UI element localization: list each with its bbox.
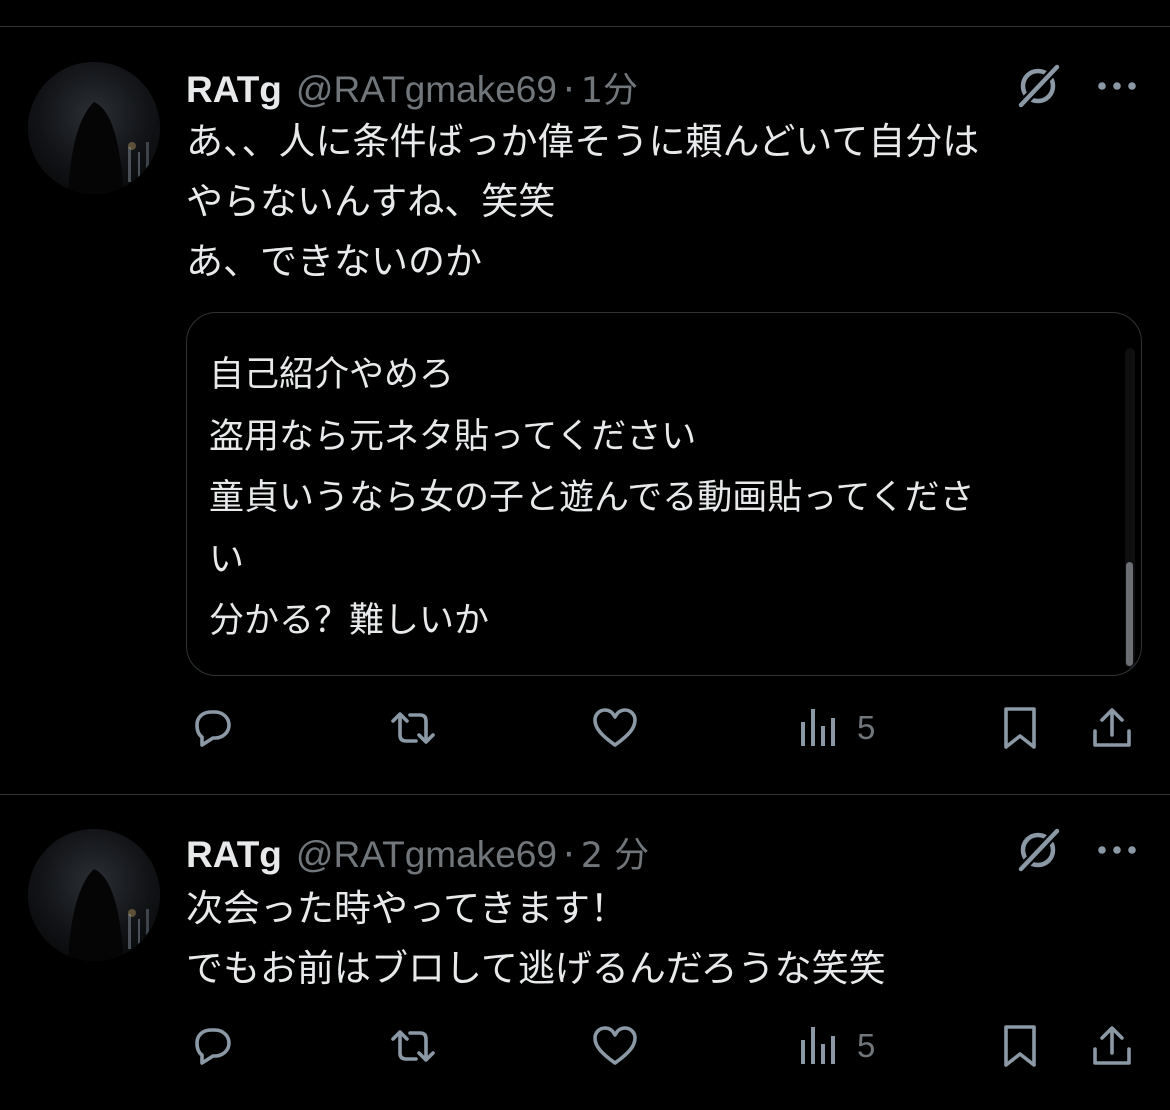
tweet-text-line: あ、できないのか (186, 240, 482, 283)
tweet-header: RATg @RATgmake69 · 2 分 (186, 827, 649, 876)
timestamp[interactable]: 1分 (581, 62, 638, 113)
share-button[interactable] (1088, 1022, 1136, 1070)
reply-icon (195, 710, 231, 747)
views-icon (801, 1027, 835, 1064)
quoted-tweet[interactable]: 自己紹介やめろ 盗用なら元ネタ貼ってください 童貞いうなら女の子と遊んでる動画貼… (186, 312, 1142, 676)
separator-dot: · (562, 833, 575, 876)
bookmark-button[interactable] (996, 704, 1044, 752)
like-button[interactable] (591, 1022, 639, 1070)
heart-icon (593, 708, 637, 747)
tweet-text: あ、、人に条件ばっか偉そうに頼んどいて自分は やらないんすね、笑笑 あ、できない… (186, 112, 979, 292)
scrollbar-thumb[interactable] (1126, 562, 1133, 666)
display-name[interactable]: RATg (186, 69, 282, 111)
views-button[interactable] (795, 1022, 843, 1070)
retweet-icon (391, 1030, 435, 1062)
tweet-text-line: 次会った時やってきます！ (186, 887, 628, 930)
tweet-divider (0, 794, 1170, 795)
views-button[interactable] (795, 704, 843, 752)
quoted-tweet-text: 自己紹介やめろ 盗用なら元ネタ貼ってください 童貞いうなら女の子と遊んでる動画貼… (209, 345, 974, 653)
tweet-text: 次会った時やってきます！ でもお前はブロして逃げるんだろうな笑笑 (186, 879, 886, 999)
reply-icon (195, 1028, 231, 1065)
timestamp[interactable]: 2 分 (581, 827, 649, 878)
reply-button[interactable] (188, 1022, 236, 1070)
views-count: 5 (857, 709, 876, 746)
share-icon (1093, 1026, 1131, 1065)
bookmark-button[interactable] (996, 1022, 1044, 1070)
avatar[interactable] (28, 62, 160, 194)
retweet-button[interactable] (389, 704, 437, 752)
retweet-button[interactable] (389, 1022, 437, 1070)
grok-icon[interactable] (1015, 63, 1061, 109)
tweet-text-line: でもお前はブロして逃げるんだろうな笑笑 (186, 947, 886, 990)
views-count: 5 (857, 1027, 876, 1064)
separator-dot: · (562, 68, 575, 111)
reply-button[interactable] (188, 704, 236, 752)
like-button[interactable] (591, 704, 639, 752)
quote-text-line: 分かる？難しいか (209, 601, 490, 641)
top-divider (0, 26, 1170, 27)
share-icon (1093, 708, 1131, 747)
user-handle[interactable]: @RATgmake69 (296, 69, 557, 111)
quote-text-line: 盗用なら元ネタ貼ってください (209, 416, 697, 457)
grok-icon[interactable] (1015, 827, 1061, 873)
retweet-icon (391, 712, 435, 744)
more-icon[interactable] (1095, 76, 1139, 96)
user-handle[interactable]: @RATgmake69 (296, 834, 557, 876)
more-icon[interactable] (1095, 840, 1139, 860)
tweet-text-line: やらないんすね、笑笑 (186, 180, 556, 223)
bookmark-icon (1004, 1025, 1036, 1067)
views-icon (801, 709, 835, 746)
display-name[interactable]: RATg (186, 834, 282, 876)
quote-text-line: い (209, 539, 245, 580)
avatar[interactable] (28, 829, 160, 961)
bookmark-icon (1004, 707, 1036, 749)
quote-text-line: 童貞いうなら女の子と遊んでる動画貼ってくださ (209, 478, 975, 518)
heart-icon (593, 1026, 637, 1065)
tweet-text-line: あ、、人に条件ばっか偉そうに頼んどいて自分は (186, 120, 980, 163)
tweet-header: RATg @RATgmake69 · 1分 (186, 62, 638, 111)
share-button[interactable] (1088, 704, 1136, 752)
quote-text-line: 自己紹介やめろ (209, 355, 455, 395)
